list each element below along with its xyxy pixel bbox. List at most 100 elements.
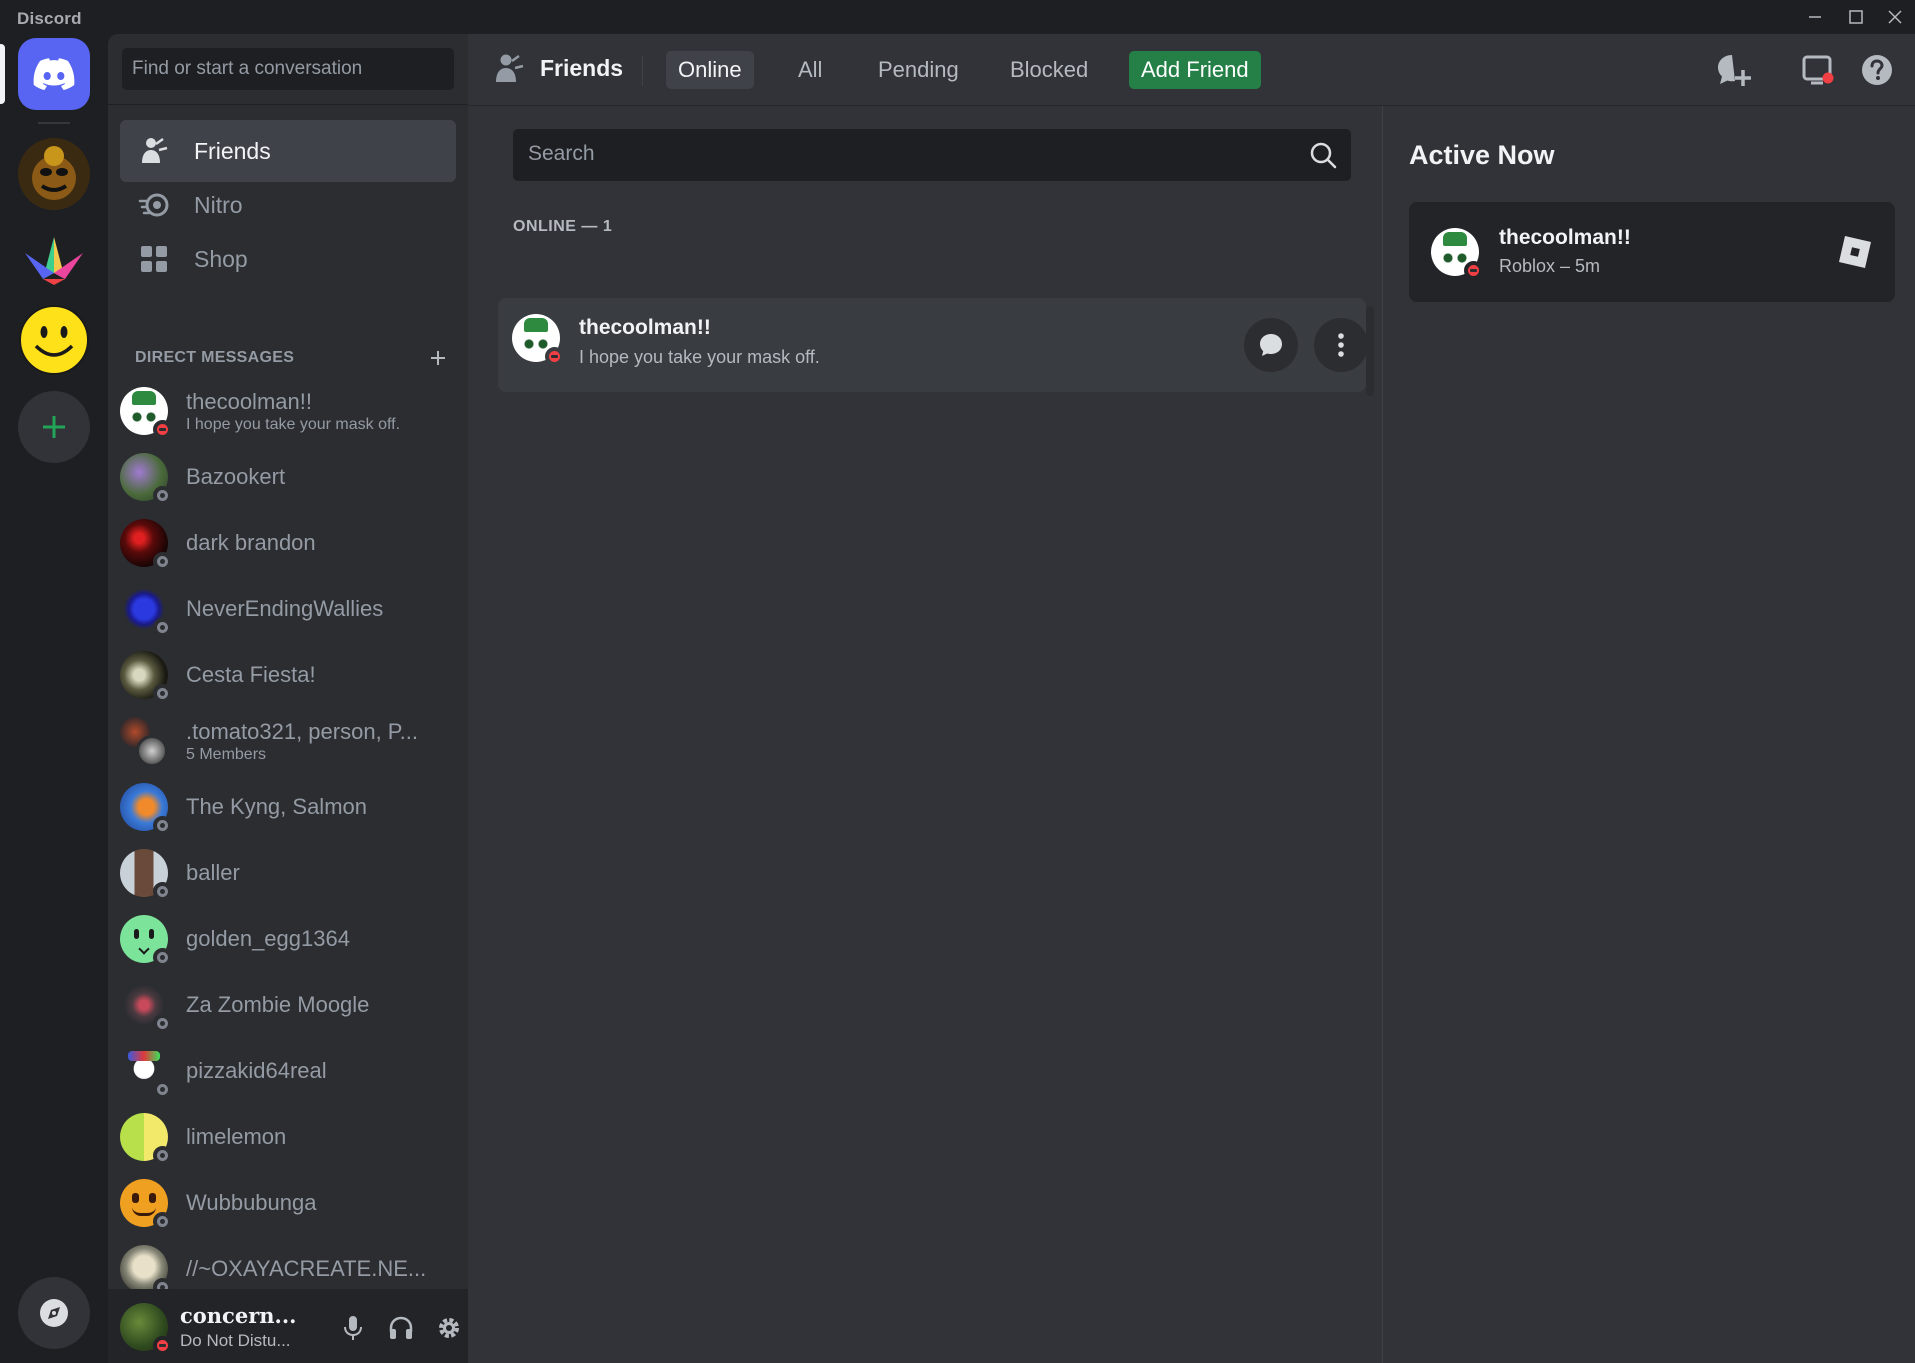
- headphones-icon: [389, 1316, 413, 1339]
- nav-item-shop[interactable]: Shop: [120, 228, 456, 290]
- dnd-status-icon: [545, 347, 564, 366]
- tab-online[interactable]: Online: [666, 51, 754, 89]
- maximize-button[interactable]: [1836, 4, 1876, 30]
- avatar: [120, 453, 172, 505]
- message-icon: [1260, 334, 1282, 356]
- avatar: [120, 1113, 172, 1165]
- microphone-icon: [344, 1316, 362, 1340]
- selected-indicator: [0, 44, 5, 104]
- dm-name: thecoolman!!: [186, 388, 312, 414]
- friends-icon: [138, 135, 170, 167]
- dm-item[interactable]: pizzakid64real: [0, 1038, 468, 1104]
- help-button[interactable]: [1857, 50, 1897, 90]
- nav-item-nitro[interactable]: Nitro: [120, 174, 456, 236]
- search-placeholder: Search: [528, 142, 595, 165]
- user-avatar[interactable]: [120, 1303, 172, 1355]
- dm-sidebar: Find or start a conversation Friends Nit…: [108, 34, 468, 1363]
- offline-status-icon: [153, 948, 172, 967]
- plus-icon: [431, 351, 445, 365]
- inbox-button[interactable]: [1798, 50, 1838, 90]
- minimize-icon: [1809, 16, 1821, 18]
- user-settings-button[interactable]: [430, 1309, 468, 1347]
- friend-name: thecoolman!!: [579, 316, 711, 339]
- server-icon-2[interactable]: [18, 225, 90, 297]
- offline-status-icon: [153, 1146, 172, 1165]
- group-dm-item[interactable]: The Kyng, Salmon: [0, 774, 468, 840]
- nav-item-friends[interactable]: Friends: [120, 120, 456, 182]
- dm-item[interactable]: baller: [0, 840, 468, 906]
- friends-search-input[interactable]: Search: [513, 129, 1351, 181]
- dm-item[interactable]: dark brandon: [0, 510, 468, 576]
- dm-header-label: DIRECT MESSAGES: [135, 349, 295, 366]
- new-group-dm-icon: [1718, 55, 1751, 86]
- dm-name: golden_egg1364: [186, 926, 350, 951]
- offline-status-icon: [153, 618, 172, 637]
- nav-item-label: Friends: [194, 137, 271, 164]
- create-dm-button[interactable]: [431, 344, 445, 372]
- offline-status-icon: [153, 1212, 172, 1231]
- shop-icon: [138, 243, 170, 275]
- main-panel: Friends Online All Pending Blocked Add F…: [468, 34, 1915, 1363]
- tab-blocked[interactable]: Blocked: [998, 51, 1100, 89]
- tab-all[interactable]: All: [786, 51, 834, 89]
- dm-item[interactable]: thecoolman!! I hope you take your mask o…: [0, 378, 468, 444]
- avatar: [120, 1245, 172, 1297]
- friends-content: Search ONLINE — 1 thecoolman!! I hope yo…: [468, 106, 1382, 1363]
- message-button[interactable]: [1244, 318, 1298, 372]
- inbox-icon: [1802, 55, 1834, 85]
- new-group-dm-button[interactable]: [1714, 50, 1754, 90]
- avatar: [120, 1047, 172, 1099]
- add-friend-button[interactable]: Add Friend: [1129, 51, 1261, 89]
- active-now-heading: Active Now: [1409, 140, 1555, 170]
- active-now-card[interactable]: thecoolman!! Roblox – 5m: [1409, 202, 1895, 302]
- active-now-panel: Active Now thecoolman!! Roblox – 5m: [1382, 106, 1915, 1363]
- scrollbar[interactable]: [1366, 306, 1374, 396]
- offline-status-icon: [153, 816, 172, 835]
- offline-status-icon: [153, 1014, 172, 1033]
- close-button[interactable]: [1875, 4, 1915, 30]
- server-icon-1[interactable]: [18, 138, 90, 210]
- dm-item[interactable]: Cesta Fiesta!: [0, 642, 468, 708]
- dnd-status-icon: [1464, 261, 1483, 280]
- tab-pending[interactable]: Pending: [866, 51, 971, 89]
- group-dm-item[interactable]: .tomato321, person, P... 5 Members: [0, 708, 468, 774]
- dm-name: Bazookert: [186, 464, 286, 489]
- avatar: [120, 387, 172, 439]
- dm-item[interactable]: Wubbubunga: [0, 1170, 468, 1236]
- discord-logo-icon: [33, 58, 75, 90]
- mute-button[interactable]: [334, 1309, 372, 1347]
- friend-status-text: I hope you take your mask off.: [579, 347, 820, 367]
- dm-item[interactable]: limelemon: [0, 1104, 468, 1170]
- maximize-icon: [1849, 10, 1863, 24]
- nav-item-label: Shop: [194, 245, 248, 272]
- minimize-button[interactable]: [1795, 4, 1835, 30]
- activity-text: Roblox – 5m: [1499, 256, 1601, 276]
- server-icon-3[interactable]: [18, 304, 90, 376]
- dm-list: thecoolman!! I hope you take your mask o…: [0, 378, 468, 1302]
- avatar: [120, 915, 172, 967]
- more-vertical-icon: [1338, 333, 1344, 357]
- avatar: [120, 1179, 172, 1231]
- group-avatar: [120, 717, 168, 767]
- home-button[interactable]: [18, 38, 90, 110]
- deafen-button[interactable]: [382, 1309, 420, 1347]
- friends-topbar: Friends Online All Pending Blocked Add F…: [468, 34, 1915, 106]
- search-icon: [1309, 141, 1337, 174]
- offline-status-icon: [153, 684, 172, 703]
- user-name[interactable]: concern...: [180, 1303, 296, 1328]
- dm-item[interactable]: NeverEndingWallies: [0, 576, 468, 642]
- dm-item[interactable]: golden_egg1364: [0, 906, 468, 972]
- offline-status-icon: [153, 882, 172, 901]
- dm-item[interactable]: Za Zombie Moogle: [0, 972, 468, 1038]
- find-conversation-input[interactable]: Find or start a conversation: [122, 48, 454, 90]
- avatar: [120, 585, 172, 637]
- more-options-button[interactable]: [1314, 318, 1368, 372]
- title-bar: Discord: [0, 0, 1915, 34]
- nitro-icon: [138, 189, 170, 221]
- dm-name: Za Zombie Moogle: [186, 992, 370, 1017]
- dm-item[interactable]: Bazookert: [0, 444, 468, 510]
- divider: [642, 56, 643, 86]
- avatar: [120, 981, 172, 1033]
- nav-item-label: Nitro: [194, 191, 243, 218]
- friend-row[interactable]: thecoolman!! I hope you take your mask o…: [498, 298, 1368, 392]
